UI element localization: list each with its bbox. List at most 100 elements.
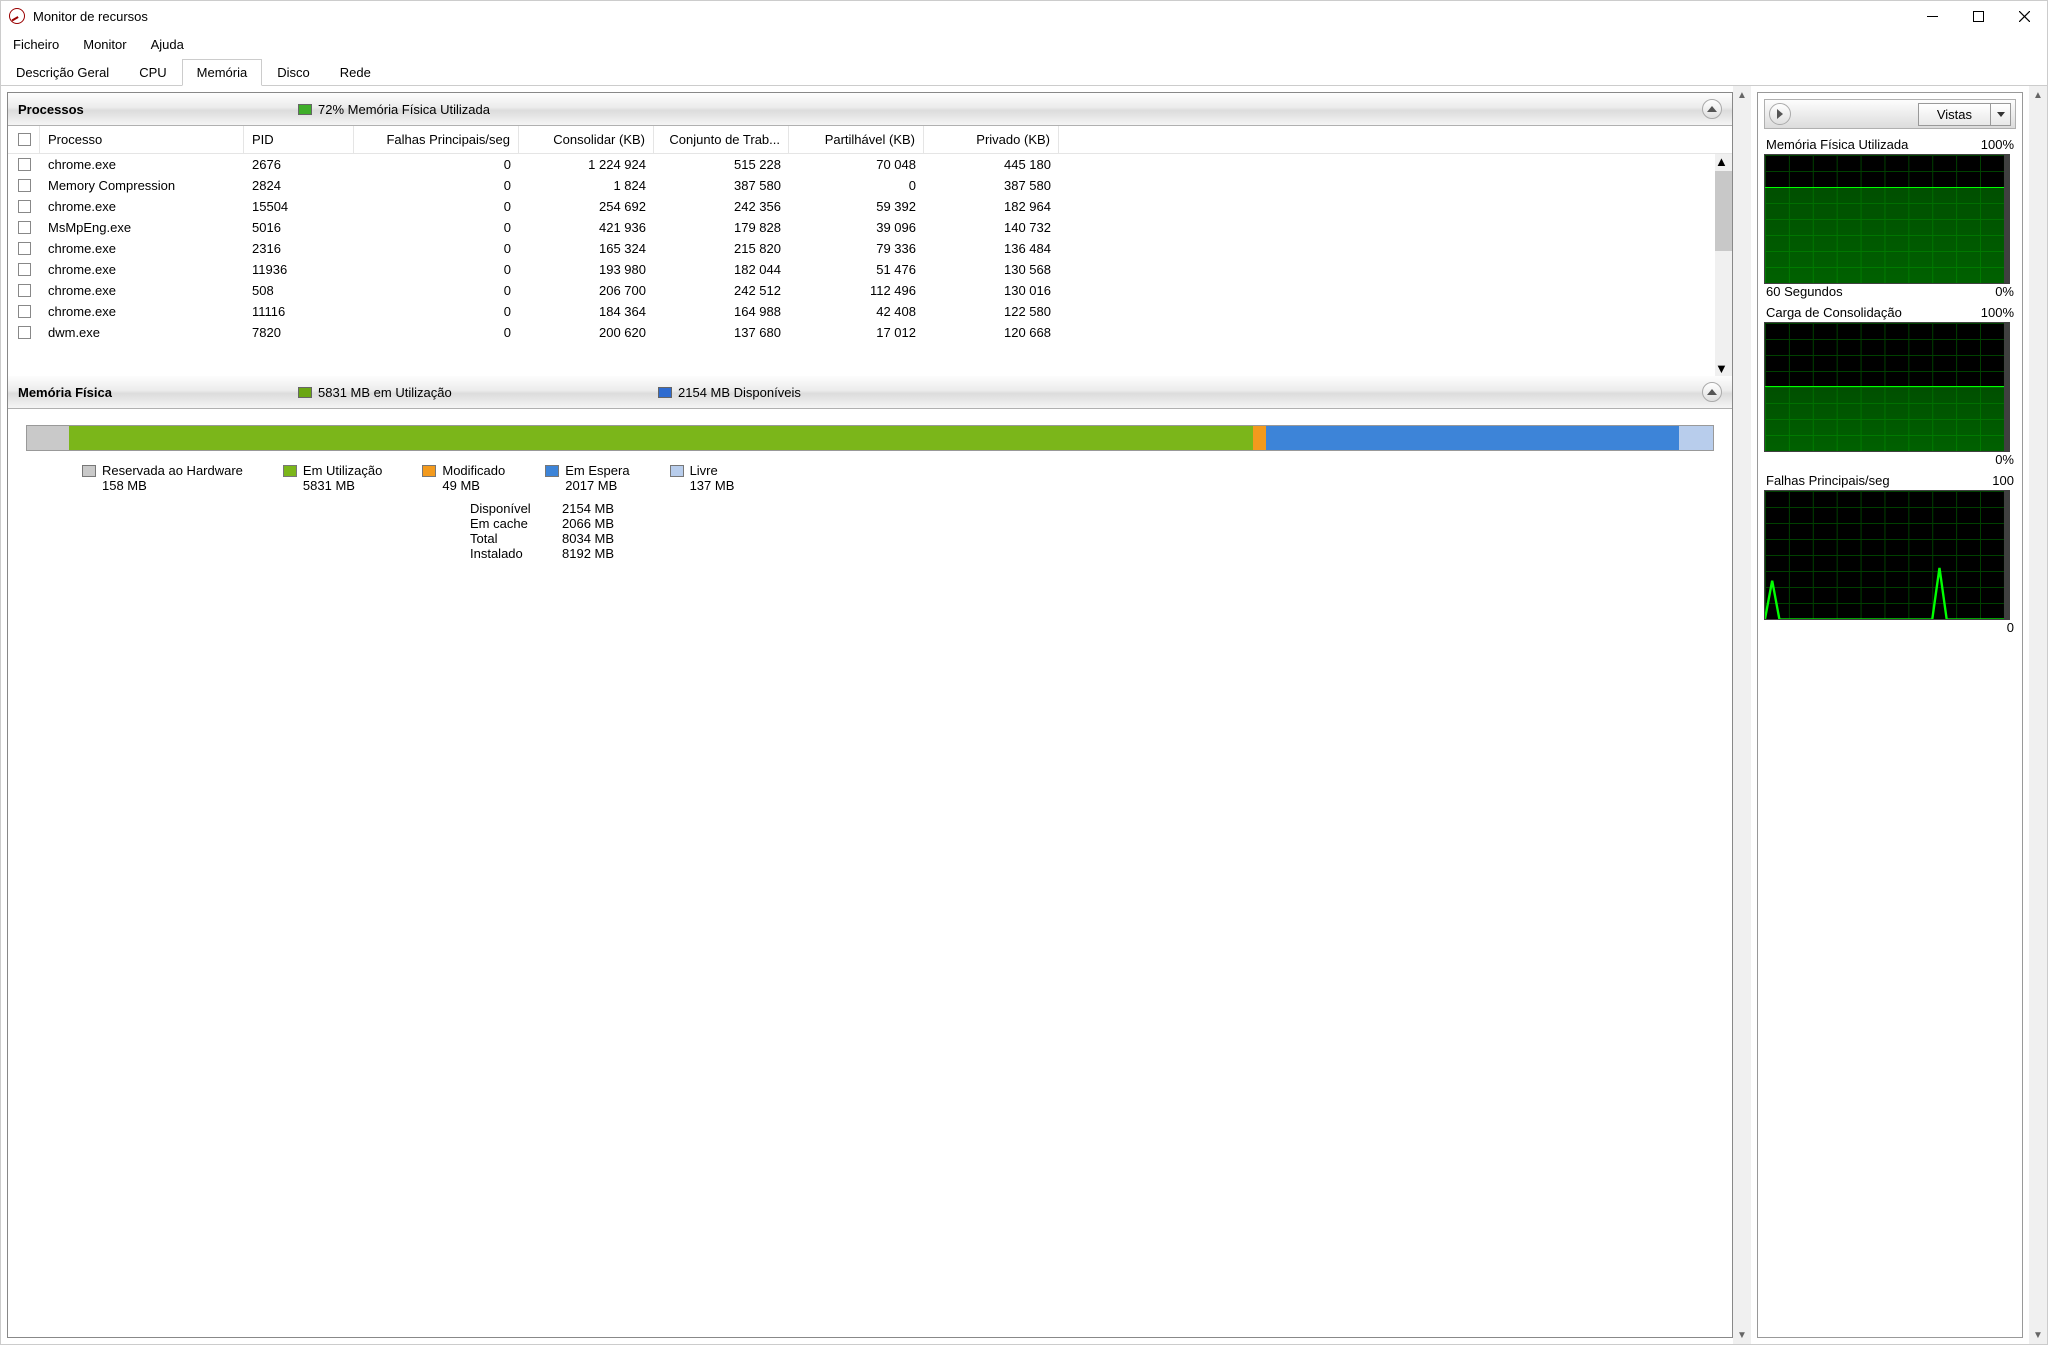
minimize-button[interactable] <box>1909 1 1955 31</box>
maximize-button[interactable] <box>1955 1 2001 31</box>
menubar: Ficheiro Monitor Ajuda <box>1 31 2047 57</box>
graph-block: Carga de Consolidação100% 0% <box>1764 305 2016 467</box>
avail-swatch <box>658 387 672 398</box>
stat-row: Em cache2066 MB <box>470 516 1714 531</box>
cell-ws: 215 820 <box>654 241 789 256</box>
col-priv[interactable]: Privado (KB) <box>924 126 1059 153</box>
cell-ws: 179 828 <box>654 220 789 235</box>
memory-bar <box>26 425 1714 451</box>
cell-name: chrome.exe <box>40 304 244 319</box>
cell-faults: 0 <box>354 262 519 277</box>
select-all-checkbox[interactable] <box>18 133 31 146</box>
table-row[interactable]: MsMpEng.exe 5016 0 421 936 179 828 39 09… <box>8 217 1732 238</box>
graph-xaxis: 60 Segundos <box>1766 284 1843 299</box>
close-button[interactable] <box>2001 1 2047 31</box>
legend-item: Modificado49 MB <box>422 463 505 493</box>
table-row[interactable]: dwm.exe 7820 0 200 620 137 680 17 012 12… <box>8 322 1732 343</box>
menu-help[interactable]: Ajuda <box>151 37 184 52</box>
cell-pid: 11936 <box>244 262 354 277</box>
views-button[interactable]: Vistas <box>1918 103 1991 126</box>
cell-name: MsMpEng.exe <box>40 220 244 235</box>
row-checkbox[interactable] <box>18 179 31 192</box>
cell-ws: 137 680 <box>654 325 789 340</box>
cell-priv: 122 580 <box>924 304 1059 319</box>
legend-swatch <box>82 465 96 477</box>
col-commit[interactable]: Consolidar (KB) <box>519 126 654 153</box>
table-scrollbar[interactable]: ▲▼ <box>1715 154 1732 376</box>
table-row[interactable]: chrome.exe 15504 0 254 692 242 356 59 39… <box>8 196 1732 217</box>
cell-share: 70 048 <box>789 157 924 172</box>
cell-name: Memory Compression <box>40 178 244 193</box>
legend-label: Modificado <box>442 463 505 478</box>
cell-share: 112 496 <box>789 283 924 298</box>
processes-header[interactable]: Processos 72% Memória Física Utilizada <box>8 93 1732 126</box>
cell-pid: 2316 <box>244 241 354 256</box>
cell-name: chrome.exe <box>40 283 244 298</box>
row-checkbox[interactable] <box>18 284 31 297</box>
legend-swatch <box>283 465 297 477</box>
legend-value: 5831 MB <box>303 478 382 493</box>
cell-commit: 1 224 924 <box>519 157 654 172</box>
table-row[interactable]: chrome.exe 11936 0 193 980 182 044 51 47… <box>8 259 1732 280</box>
col-share[interactable]: Partilhável (KB) <box>789 126 924 153</box>
legend-value: 137 MB <box>690 478 735 493</box>
table-row[interactable]: chrome.exe 2316 0 165 324 215 820 79 336… <box>8 238 1732 259</box>
col-process[interactable]: Processo <box>40 126 244 153</box>
legend-label: Em Espera <box>565 463 629 478</box>
left-scrollbar[interactable]: ▲▼ <box>1733 86 1751 1344</box>
col-faults[interactable]: Falhas Principais/seg <box>354 126 519 153</box>
tab-disk[interactable]: Disco <box>262 59 325 86</box>
physical-avail: 2154 MB Disponíveis <box>678 385 801 400</box>
legend-swatch <box>545 465 559 477</box>
stat-value: 2066 MB <box>562 516 614 531</box>
row-checkbox[interactable] <box>18 326 31 339</box>
tab-memory[interactable]: Memória <box>182 59 263 86</box>
nav-forward-icon[interactable] <box>1769 103 1791 125</box>
menu-monitor[interactable]: Monitor <box>83 37 126 52</box>
stat-row: Total8034 MB <box>470 531 1714 546</box>
physical-header[interactable]: Memória Física 5831 MB em Utilização 215… <box>8 376 1732 409</box>
cell-name: chrome.exe <box>40 241 244 256</box>
tab-overview[interactable]: Descrição Geral <box>1 59 124 86</box>
tab-cpu[interactable]: CPU <box>124 59 181 86</box>
right-scrollbar[interactable]: ▲▼ <box>2029 86 2047 1344</box>
table-row[interactable]: chrome.exe 508 0 206 700 242 512 112 496… <box>8 280 1732 301</box>
inuse-swatch <box>298 387 312 398</box>
row-checkbox[interactable] <box>18 158 31 171</box>
sidebar-header: Vistas <box>1764 99 2016 129</box>
cell-share: 39 096 <box>789 220 924 235</box>
menu-file[interactable]: Ficheiro <box>13 37 59 52</box>
cell-commit: 193 980 <box>519 262 654 277</box>
graph-min: 0 <box>2007 620 2014 635</box>
table-row[interactable]: chrome.exe 11116 0 184 364 164 988 42 40… <box>8 301 1732 322</box>
table-row[interactable]: chrome.exe 2676 0 1 224 924 515 228 70 0… <box>8 154 1732 175</box>
cell-priv: 140 732 <box>924 220 1059 235</box>
row-checkbox[interactable] <box>18 200 31 213</box>
graph-min: 0% <box>1995 284 2014 299</box>
tab-network[interactable]: Rede <box>325 59 386 86</box>
tabs: Descrição Geral CPU Memória Disco Rede <box>1 57 2047 85</box>
cell-name: chrome.exe <box>40 262 244 277</box>
collapse-icon[interactable] <box>1702 99 1722 119</box>
cell-priv: 120 668 <box>924 325 1059 340</box>
collapse-icon[interactable] <box>1702 382 1722 402</box>
cell-share: 17 012 <box>789 325 924 340</box>
views-dropdown-icon[interactable] <box>1991 103 2011 126</box>
stat-row: Disponível2154 MB <box>470 501 1714 516</box>
row-checkbox[interactable] <box>18 305 31 318</box>
col-ws[interactable]: Conjunto de Trab... <box>654 126 789 153</box>
stat-key: Instalado <box>470 546 548 561</box>
cell-pid: 2824 <box>244 178 354 193</box>
cell-priv: 445 180 <box>924 157 1059 172</box>
legend-swatch <box>422 465 436 477</box>
col-pid[interactable]: PID <box>244 126 354 153</box>
row-checkbox[interactable] <box>18 263 31 276</box>
table-row[interactable]: Memory Compression 2824 0 1 824 387 580 … <box>8 175 1732 196</box>
physical-panel: Reservada ao Hardware158 MBEm Utilização… <box>8 409 1732 1337</box>
legend-label: Livre <box>690 463 718 478</box>
row-checkbox[interactable] <box>18 221 31 234</box>
cell-name: dwm.exe <box>40 325 244 340</box>
membar-segment <box>1266 426 1679 450</box>
row-checkbox[interactable] <box>18 242 31 255</box>
cell-priv: 182 964 <box>924 199 1059 214</box>
